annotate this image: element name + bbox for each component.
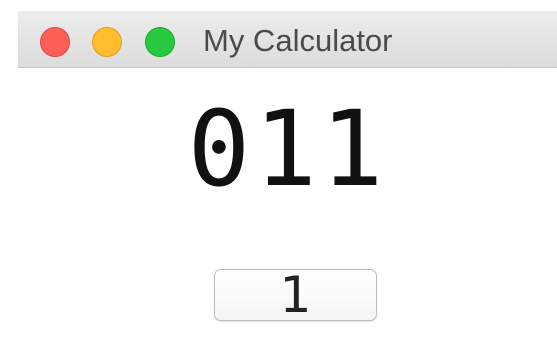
window-title: My Calculator xyxy=(203,23,393,58)
calculator-display: 011 xyxy=(187,88,388,210)
app-window: My Calculator 011 1 xyxy=(18,11,557,358)
minimize-button[interactable] xyxy=(92,27,122,57)
close-button[interactable] xyxy=(40,27,70,57)
digit-one-button[interactable]: 1 xyxy=(214,269,377,321)
page: My Calculator 011 1 xyxy=(0,0,557,358)
title-bar[interactable]: My Calculator xyxy=(18,11,557,68)
zoom-button[interactable] xyxy=(145,27,175,57)
